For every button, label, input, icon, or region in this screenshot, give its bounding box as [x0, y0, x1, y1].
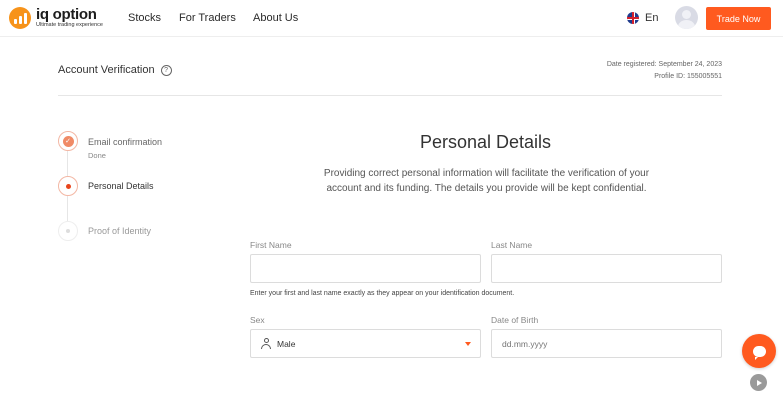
language-selector[interactable]: En	[627, 12, 658, 24]
last-name-input[interactable]	[491, 254, 722, 283]
account-verification-label: Account Verification	[58, 64, 155, 76]
play-icon[interactable]	[750, 374, 767, 391]
step-email-status: Done	[88, 151, 106, 160]
active-dot-icon	[65, 183, 71, 189]
dob-label: Date of Birth	[491, 315, 539, 325]
personal-details-description: Providing correct personal information w…	[323, 168, 650, 194]
uk-flag-icon	[627, 12, 639, 24]
step-identity-indicator	[58, 221, 78, 241]
iq-option-logo[interactable]: iq option Ultimate trading experience	[9, 7, 103, 29]
person-icon	[261, 338, 271, 349]
chat-icon	[752, 345, 766, 360]
pending-dot-icon	[66, 229, 70, 233]
sex-label: Sex	[250, 315, 265, 325]
name-hint: Enter your first and last name exactly a…	[250, 290, 515, 297]
sex-value: Male	[277, 338, 296, 349]
logo-title: iq option	[36, 6, 97, 24]
sex-select[interactable]: Male	[250, 329, 481, 358]
last-name-label: Last Name	[491, 240, 533, 250]
language-label: En	[645, 12, 659, 24]
divider	[58, 95, 722, 96]
logo-subtitle: Ultimate trading experience	[36, 22, 103, 29]
date-of-birth-input[interactable]	[491, 329, 722, 358]
chevron-down-icon	[465, 342, 471, 346]
step-connector	[67, 151, 68, 176]
trade-now-button[interactable]: Trade Now	[706, 7, 771, 30]
step-personal-label[interactable]: Personal Details	[88, 181, 154, 191]
step-personal-indicator	[58, 176, 78, 196]
page-title-account-verification: Account Verification ?	[58, 64, 172, 76]
top-navbar: iq option Ultimate trading experience St…	[0, 0, 783, 37]
date-registered: Date registered: September 24, 2023	[606, 61, 722, 68]
nav-link-about-us[interactable]: About Us	[253, 12, 298, 24]
help-icon[interactable]: ?	[160, 64, 172, 76]
nav-link-stocks[interactable]: Stocks	[128, 12, 161, 24]
nav-link-for-traders[interactable]: For Traders	[179, 12, 236, 24]
first-name-input[interactable]	[250, 254, 481, 283]
check-icon: ✓	[62, 135, 74, 147]
profile-id: Profile ID: 155005551	[654, 73, 722, 80]
step-email-label[interactable]: Email confirmation	[88, 137, 162, 147]
logo-bars-icon	[9, 7, 31, 29]
chat-button[interactable]	[742, 334, 776, 368]
step-identity-label[interactable]: Proof of Identity	[88, 226, 151, 236]
personal-details-heading: Personal Details	[419, 132, 552, 152]
step-email-indicator: ✓	[58, 131, 78, 151]
step-connector	[67, 196, 68, 221]
avatar[interactable]	[675, 6, 698, 29]
first-name-label: First Name	[250, 240, 292, 250]
profile-meta: Date registered: September 24, 2023 Prof…	[607, 59, 722, 83]
